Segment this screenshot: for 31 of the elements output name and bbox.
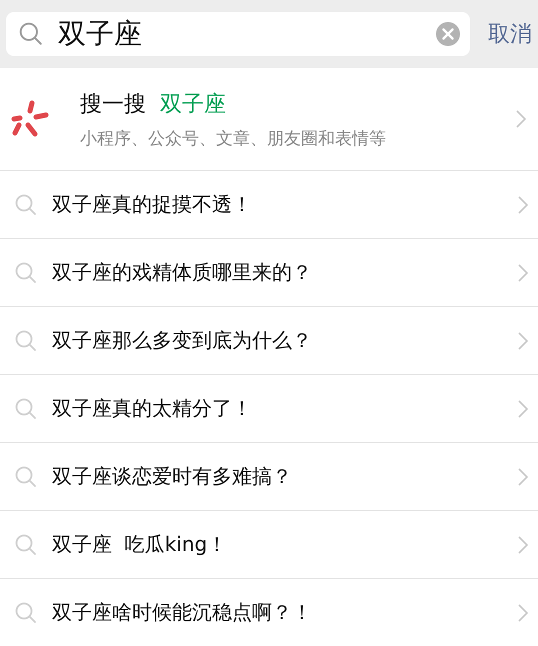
suggestion-item[interactable]: 双子座的戏精体质哪里来的？ <box>0 239 538 307</box>
suggestion-item[interactable]: 双子座真的捉摸不透！ <box>0 171 538 239</box>
search-one-label: 搜一搜 <box>80 90 146 118</box>
search-field[interactable]: 双子座 <box>6 12 470 56</box>
suggestion-item[interactable]: 双子座那么多变到底为什么？ <box>0 307 538 375</box>
search-icon <box>14 396 38 420</box>
sparkle-logo-icon <box>10 99 50 139</box>
search-icon <box>14 328 38 352</box>
chevron-icon <box>518 332 528 350</box>
suggestion-item[interactable]: 双子座谈恋爱时有多难搞？ <box>0 443 538 511</box>
chevron-icon <box>518 468 528 486</box>
chevron-icon <box>518 264 528 282</box>
search-icon <box>14 192 38 216</box>
chevron-icon <box>518 196 528 214</box>
chevron-icon <box>518 604 528 622</box>
search-one-item[interactable]: 搜一搜 双子座 小程序、公众号、文章、朋友圈和表情等 <box>0 68 538 171</box>
search-icon <box>14 464 38 488</box>
suggestion-item[interactable]: 双子座 吃瓜king！ <box>0 511 538 579</box>
subtitle-text: 小程序、公众号、文章、朋友圈和表情等 <box>80 128 387 150</box>
chevron-icon <box>518 536 528 554</box>
search-icon <box>14 532 38 556</box>
chevron-icon <box>516 110 526 128</box>
chevron-icon <box>518 400 528 418</box>
suggestion-item[interactable]: 双子座真的太精分了！ <box>0 375 538 443</box>
search-icon <box>18 21 44 47</box>
suggestion-item[interactable]: 双子座啥时候能沉稳点啊？！ <box>0 579 538 646</box>
search-icon <box>14 600 38 624</box>
search-icon <box>14 260 38 284</box>
keyword-text: 双子座 <box>160 90 226 118</box>
cancel-button[interactable]: 取消 <box>488 19 532 49</box>
clear-icon[interactable] <box>436 22 460 46</box>
